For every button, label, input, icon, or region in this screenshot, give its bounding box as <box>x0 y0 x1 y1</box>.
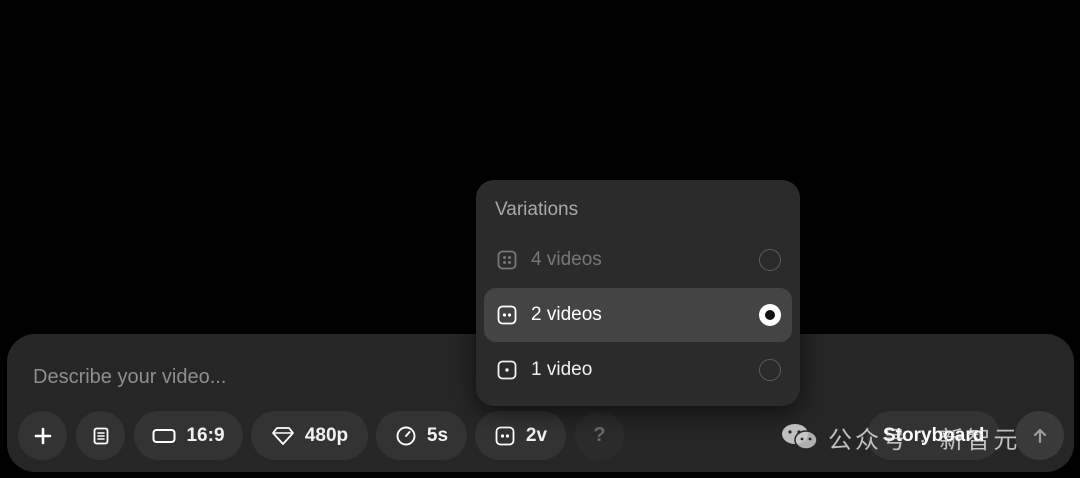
resolution-button[interactable]: 480p <box>251 411 368 460</box>
storyboard-button[interactable]: Storyboard <box>867 411 1001 460</box>
rectangle-icon <box>152 428 176 443</box>
resolution-label: 480p <box>304 424 349 446</box>
arrow-up-icon <box>1033 428 1046 443</box>
two-dots-icon <box>495 426 515 445</box>
option-label: 1 video <box>531 359 593 380</box>
radio-button-selected[interactable] <box>759 304 781 326</box>
option-1-video[interactable]: 1 video <box>484 343 792 397</box>
plus-icon <box>34 427 51 444</box>
diamond-icon <box>271 426 294 445</box>
duration-label: 5s <box>426 424 449 446</box>
option-label: 4 videos <box>531 249 602 270</box>
aspect-ratio-button[interactable]: 16:9 <box>134 411 243 460</box>
option-2-videos[interactable]: 2 videos <box>484 288 792 342</box>
variations-button[interactable]: 2v <box>475 411 566 460</box>
add-button[interactable] <box>18 411 67 460</box>
option-label: 2 videos <box>531 304 602 325</box>
submit-button[interactable] <box>1015 411 1064 460</box>
option-4-videos[interactable]: 4 videos <box>484 233 792 287</box>
variations-menu: Variations 4 videos 2 videos 1 video <box>476 180 800 406</box>
document-icon <box>93 427 108 444</box>
presets-button[interactable] <box>76 411 125 460</box>
variations-label: 2v <box>525 424 548 446</box>
help-label: ? <box>593 424 606 446</box>
clock-icon <box>396 426 416 445</box>
duration-button[interactable]: 5s <box>376 411 467 460</box>
menu-title: Variations <box>495 199 579 220</box>
four-dots-icon <box>497 250 517 270</box>
radio-button[interactable] <box>759 249 781 271</box>
radio-button[interactable] <box>759 359 781 381</box>
storyboard-label: Storyboard <box>883 424 985 446</box>
one-dot-icon <box>497 360 517 380</box>
help-button[interactable]: ? <box>575 411 624 460</box>
two-dots-icon <box>497 305 517 325</box>
aspect-ratio-label: 16:9 <box>186 424 225 446</box>
